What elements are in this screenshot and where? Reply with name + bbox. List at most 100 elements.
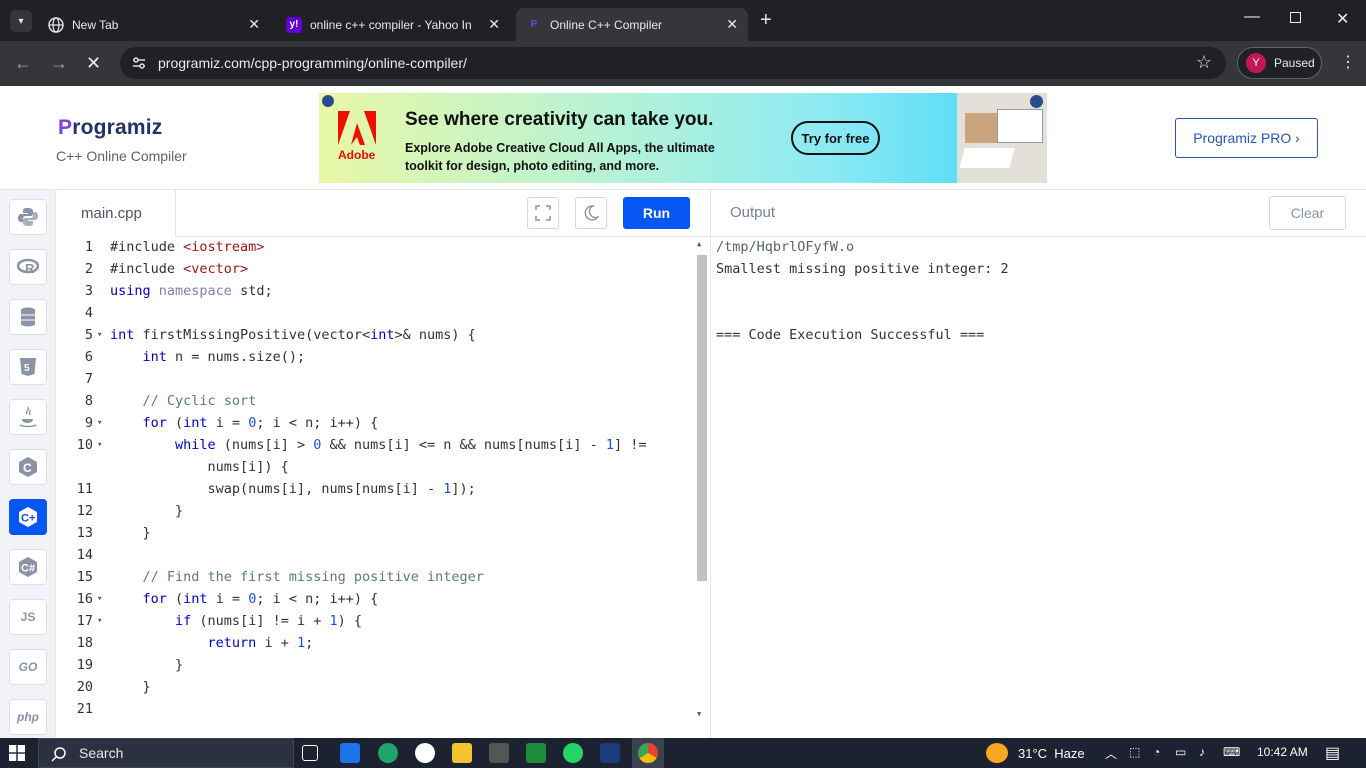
windows-start-icon[interactable] bbox=[9, 745, 25, 761]
volume-icon[interactable]: ♪ bbox=[1199, 745, 1205, 759]
whatsapp-icon[interactable] bbox=[563, 743, 583, 763]
sheets-icon[interactable] bbox=[526, 743, 546, 763]
programiz-logo[interactable]: Programiz bbox=[58, 116, 163, 140]
lang-js-button[interactable]: JS bbox=[9, 599, 47, 635]
tab-search-button[interactable]: ▾ bbox=[10, 10, 32, 32]
clear-button[interactable]: Clear bbox=[1269, 196, 1346, 230]
tab-title: online c++ compiler - Yahoo In bbox=[310, 17, 472, 32]
file-tab-main-cpp[interactable]: main.cpp bbox=[56, 190, 176, 237]
programiz-pro-button[interactable]: Programiz PRO › bbox=[1175, 118, 1318, 158]
close-tab-icon[interactable]: ✕ bbox=[248, 16, 260, 33]
language-sidebar: R 5 C C+ C# JS GO php bbox=[0, 190, 56, 738]
dark-mode-button[interactable] bbox=[575, 197, 607, 229]
profile-status: Paused bbox=[1274, 56, 1315, 70]
output-header: Output Clear bbox=[710, 190, 1366, 237]
close-tab-icon[interactable]: ✕ bbox=[488, 16, 500, 33]
line-number: 8 bbox=[84, 393, 93, 409]
ad-try-for-free-button[interactable]: Try for free bbox=[791, 121, 880, 155]
fullscreen-button[interactable] bbox=[527, 197, 559, 229]
advertisement-banner[interactable]: Adobe See where creativity can take you.… bbox=[319, 93, 1047, 183]
weather-widget[interactable]: 31°C Haze bbox=[986, 743, 1085, 763]
bookmark-star-icon[interactable]: ☆ bbox=[1196, 52, 1212, 73]
fold-toggle-icon[interactable]: ▾ bbox=[97, 616, 102, 626]
run-button[interactable]: Run bbox=[623, 197, 690, 229]
fold-toggle-icon[interactable]: ▾ bbox=[97, 418, 102, 428]
code-line: return i + 1; bbox=[207, 635, 314, 651]
battery-icon[interactable]: ▭ bbox=[1175, 745, 1186, 759]
tab-new-tab[interactable]: New Tab ✕ bbox=[38, 8, 270, 41]
moon-icon bbox=[584, 205, 599, 221]
lang-html-button[interactable]: 5 bbox=[9, 349, 47, 385]
fold-toggle-icon[interactable]: ▾ bbox=[97, 594, 102, 604]
line-number: 5 bbox=[84, 327, 93, 343]
back-icon[interactable]: ← bbox=[14, 53, 32, 74]
restore-button[interactable] bbox=[1290, 12, 1301, 23]
browser-menu-icon[interactable]: ⋮ bbox=[1340, 52, 1356, 72]
code-line: } bbox=[110, 525, 151, 541]
close-tab-icon[interactable]: ✕ bbox=[726, 16, 738, 33]
line-number: 21 bbox=[76, 701, 93, 717]
address-bar-row: ← → ✕ programiz.com/cpp-programming/onli… bbox=[0, 41, 1366, 86]
stop-loading-icon[interactable]: ✕ bbox=[86, 53, 101, 74]
lang-c-button[interactable]: C bbox=[9, 449, 47, 485]
minimize-button[interactable]: — bbox=[1244, 8, 1260, 26]
line-number: 7 bbox=[84, 371, 93, 387]
lang-cpp-button[interactable]: C+ bbox=[9, 499, 47, 535]
ad-info-icon[interactable] bbox=[322, 95, 334, 107]
tab-yahoo[interactable]: y! online c++ compiler - Yahoo In ✕ bbox=[276, 8, 510, 41]
lang-python-button[interactable] bbox=[9, 199, 47, 235]
ad-choices-icon[interactable] bbox=[1030, 95, 1043, 108]
lang-java-button[interactable] bbox=[9, 399, 47, 435]
svg-text:C+: C+ bbox=[21, 513, 35, 525]
code-line: #include <iostream> bbox=[110, 239, 265, 255]
mail-icon[interactable] bbox=[340, 743, 360, 763]
code-editor[interactable]: 1 2 3 4 5 ▾ 6 7 8 9 ▾ 10 ▾ 11 12 13 14 15 16 ▾ 17 ▾ 18 19 20 21 #… bbox=[56, 237, 710, 738]
lang-r-button[interactable]: R bbox=[9, 249, 47, 285]
lang-sql-button[interactable] bbox=[9, 299, 47, 335]
code-line: for (int i = 0; i < n; i++) { bbox=[142, 415, 379, 431]
line-number: 6 bbox=[84, 349, 93, 365]
output-line: Smallest missing positive integer: 2 bbox=[716, 261, 1009, 277]
lang-csharp-button[interactable]: C# bbox=[9, 549, 47, 585]
url-bar[interactable]: programiz.com/cpp-programming/online-com… bbox=[120, 47, 1226, 79]
taskbar-search-box[interactable]: Search bbox=[38, 738, 294, 768]
devc-icon[interactable] bbox=[600, 743, 620, 763]
editor-scrollbar[interactable]: ▲ ▼ bbox=[694, 237, 710, 738]
close-window-button[interactable]: ✕ bbox=[1336, 9, 1349, 29]
fold-toggle-icon[interactable]: ▾ bbox=[97, 330, 102, 340]
profile-button[interactable]: Y Paused bbox=[1237, 47, 1322, 79]
edge-icon[interactable] bbox=[378, 743, 398, 763]
code-line: while (nums[i] > 0 && nums[i] <= n && nu… bbox=[175, 437, 647, 453]
editor-toolbar: main.cpp Run bbox=[56, 190, 710, 237]
chrome-taskbar-button[interactable] bbox=[632, 738, 664, 768]
line-number: 15 bbox=[76, 569, 93, 585]
notifications-icon[interactable]: ▤ bbox=[1325, 743, 1340, 763]
scroll-up-arrow[interactable]: ▲ bbox=[697, 240, 701, 248]
taskbar-clock[interactable]: 10:42 AM bbox=[1257, 745, 1308, 759]
tab-online-cpp-compiler[interactable]: P Online C++ Compiler ✕ bbox=[516, 8, 748, 41]
file-explorer-icon[interactable] bbox=[452, 743, 472, 763]
code-line: using namespace std; bbox=[110, 283, 273, 299]
search-placeholder: Search bbox=[79, 745, 124, 761]
new-tab-button[interactable]: + bbox=[760, 9, 772, 32]
forward-icon[interactable]: → bbox=[50, 53, 68, 74]
globe-icon bbox=[48, 16, 64, 33]
store-icon[interactable] bbox=[489, 743, 509, 763]
lang-go-button[interactable]: GO bbox=[9, 649, 47, 685]
line-number: 10 bbox=[76, 437, 93, 453]
lang-php-button[interactable]: php bbox=[9, 699, 47, 735]
fold-toggle-icon[interactable]: ▾ bbox=[97, 440, 102, 450]
output-line: === Code Execution Successful === bbox=[716, 327, 985, 343]
wifi-icon[interactable]: ◔ bbox=[1153, 745, 1160, 759]
keyboard-icon[interactable]: ⌨ bbox=[1223, 745, 1240, 759]
scrollbar-thumb[interactable] bbox=[697, 255, 707, 581]
site-info-icon[interactable] bbox=[132, 56, 146, 70]
github-icon[interactable] bbox=[415, 743, 435, 763]
task-view-icon[interactable] bbox=[302, 745, 318, 761]
scroll-down-arrow[interactable]: ▼ bbox=[697, 710, 701, 718]
meet-now-icon[interactable]: ⬚ bbox=[1129, 745, 1140, 759]
tray-expand-icon[interactable]: ︿ bbox=[1105, 745, 1117, 762]
code-line: swap(nums[i], nums[nums[i] - 1]); bbox=[110, 481, 476, 497]
output-console: /tmp/HqbrlOFyfW.o Smallest missing positi… bbox=[710, 237, 1366, 738]
code-line: for (int i = 0; i < n; i++) { bbox=[142, 591, 379, 607]
